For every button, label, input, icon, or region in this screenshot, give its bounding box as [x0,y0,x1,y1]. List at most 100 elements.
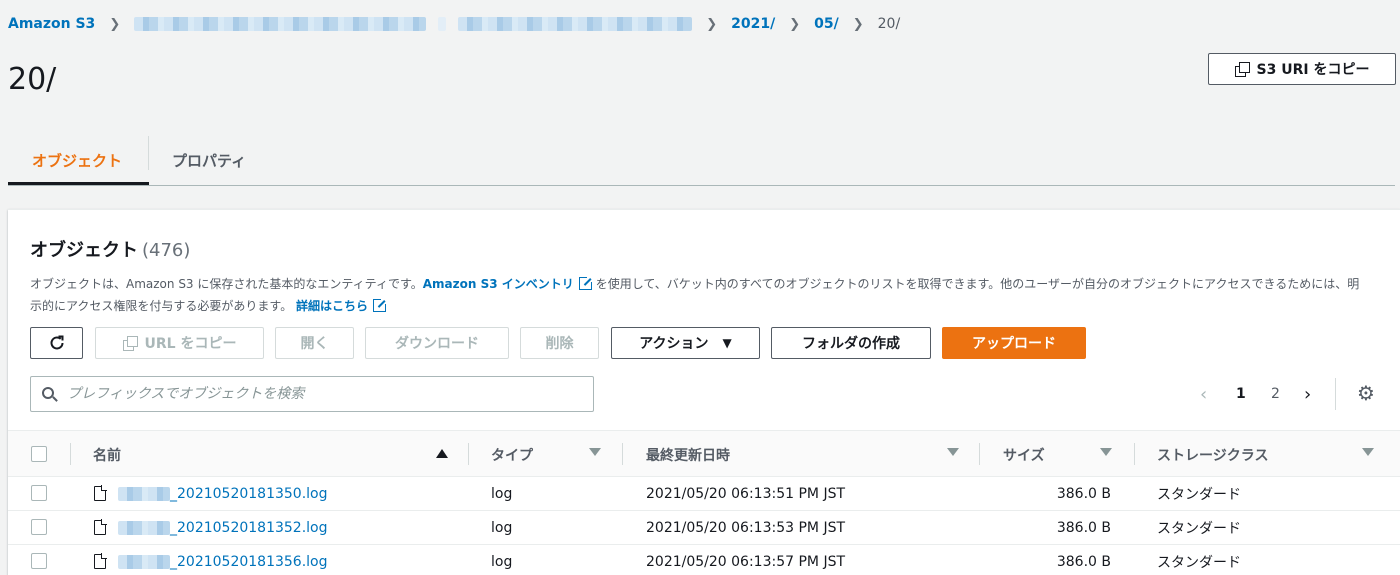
pagination-divider [1335,378,1336,410]
column-divider [979,443,980,465]
external-link-icon [373,297,389,312]
objects-title: オブジェクト [30,240,138,261]
column-header-type[interactable]: タイプ [491,431,533,478]
page-2-label: 2 [1271,386,1280,402]
file-icon [94,553,107,569]
copy-icon [1234,62,1250,77]
pagination: ‹ [1200,376,1218,412]
upload-button[interactable]: アップロード [942,327,1086,359]
table-header: 名前 タイプ 最終更新日時 サイズ ストレージクラス [8,430,1400,477]
object-name-link[interactable]: _20210520181352.log [170,520,328,536]
next-page-icon: › [1304,383,1312,405]
page-1-label: 1 [1236,386,1246,402]
breadcrumb-redacted-folder[interactable] [458,17,693,31]
object-name-cell[interactable]: _20210520181350.log [118,477,328,511]
download-label: ダウンロード [395,336,479,352]
type-cell: log [491,520,513,536]
column-header-storage-class[interactable]: ストレージクラス [1157,431,1268,478]
object-name-link[interactable]: _20210520181350.log [170,486,328,502]
table-row[interactable]: _20210520181356.log log 2021/05/20 06:13… [8,545,1400,575]
redacted-name-prefix [118,487,170,501]
actions-label: アクション [639,336,709,352]
column-header-last-modified[interactable]: 最終更新日時 [646,431,730,478]
chevron-right-icon: ❯ [789,16,801,32]
size-cell: 386.0 B [1056,486,1111,502]
column-storage-class-label: ストレージクラス [1157,447,1269,464]
column-header-size[interactable]: サイズ [1003,431,1045,478]
size-cell: 386.0 B [1056,520,1111,536]
sort-icon[interactable] [1362,448,1374,456]
copy-s3-uri-label: S3 URI をコピー [1256,62,1370,78]
search-input[interactable] [67,377,587,411]
create-folder-button[interactable]: フォルダの作成 [771,327,931,359]
sort-icon[interactable] [947,448,959,456]
preferences-button[interactable]: ⚙ [1353,380,1379,406]
tab-properties[interactable]: プロパティ [172,136,246,185]
learn-more-link[interactable]: 詳細はこちら [296,299,368,313]
object-name-cell[interactable]: _20210520181356.log [118,545,328,575]
external-link-icon [578,275,594,290]
size-cell: 386.0 B [1056,554,1111,570]
objects-panel: オブジェクト (476) オブジェクトは、Amazon S3 に保存された基本的な… [8,209,1400,575]
column-size-label: サイズ [1003,447,1045,464]
chevron-right-icon: ❯ [852,16,864,32]
prev-page-icon[interactable]: ‹ [1200,384,1218,405]
upload-label: アップロード [972,336,1056,352]
objects-heading: オブジェクト (476) [30,236,190,262]
pagination-page-1[interactable]: 1 [1236,376,1246,412]
last-modified-cell: 2021/05/20 06:13:57 PM JST [646,554,846,570]
storage-class-cell: スタンダード [1157,555,1241,571]
active-tab-indicator [8,182,149,185]
pagination-page-2[interactable]: 2 [1271,376,1280,412]
object-name-cell[interactable]: _20210520181352.log [118,511,328,545]
column-divider [622,443,623,465]
breadcrumb-05[interactable]: 05/ [814,16,839,32]
refresh-icon [50,335,63,350]
delete-label: 削除 [545,336,574,352]
open-button[interactable]: 開く [275,327,354,359]
row-checkbox[interactable] [31,485,47,501]
copy-url-button[interactable]: URL をコピー [95,327,264,359]
tab-bar: オブジェクト プロパティ [8,136,1395,186]
file-icon [94,485,107,501]
table-row[interactable]: _20210520181350.log log 2021/05/20 06:13… [8,477,1400,511]
table-row[interactable]: _20210520181352.log log 2021/05/20 06:13… [8,511,1400,545]
storage-class-cell: スタンダード [1157,521,1241,537]
tab-objects[interactable]: オブジェクト [32,136,122,185]
objects-count: (476) [142,240,191,261]
select-all-checkbox[interactable] [31,446,47,462]
storage-class-cell: スタンダード [1157,487,1241,503]
objects-description: オブジェクトは、Amazon S3 に保存された基本的なエンティティです。Ama… [30,273,1370,317]
object-name-link[interactable]: _20210520181356.log [170,554,328,570]
copy-s3-uri-button[interactable]: S3 URI をコピー [1208,53,1396,85]
chevron-right-icon: ❯ [109,16,121,32]
sort-icon[interactable] [589,448,601,456]
column-header-name[interactable]: 名前 [93,431,121,478]
breadcrumb-redacted-bucket[interactable] [134,17,427,31]
sort-ascending-icon[interactable] [436,449,448,458]
redaction-fragment [438,17,447,31]
type-cell: log [491,554,513,570]
column-modified-label: 最終更新日時 [646,447,730,464]
row-checkbox[interactable] [31,519,47,535]
download-button[interactable]: ダウンロード [365,327,509,359]
redacted-name-prefix [118,555,170,569]
sort-icon[interactable] [1100,448,1112,456]
redacted-name-prefix [118,521,170,535]
delete-button[interactable]: 削除 [520,327,599,359]
last-modified-cell: 2021/05/20 06:13:53 PM JST [646,520,846,536]
inventory-link[interactable]: Amazon S3 インベントリ [423,277,574,291]
row-checkbox[interactable] [31,553,47,569]
search-box [30,376,594,412]
search-icon [42,387,54,399]
column-divider [468,443,469,465]
breadcrumb-amazon-s3[interactable]: Amazon S3 [8,16,95,32]
breadcrumb-2021[interactable]: 2021/ [731,16,775,32]
actions-dropdown[interactable]: アクション ▼ [611,327,760,359]
column-type-label: タイプ [491,447,533,464]
next-page-button[interactable]: › [1304,376,1311,412]
type-cell: log [491,486,513,502]
tab-properties-label: プロパティ [172,152,247,170]
breadcrumb: Amazon S3 ❯ ❯ 2021/ ❯ 05/ ❯ 20/ [8,13,900,35]
refresh-button[interactable] [30,327,83,359]
